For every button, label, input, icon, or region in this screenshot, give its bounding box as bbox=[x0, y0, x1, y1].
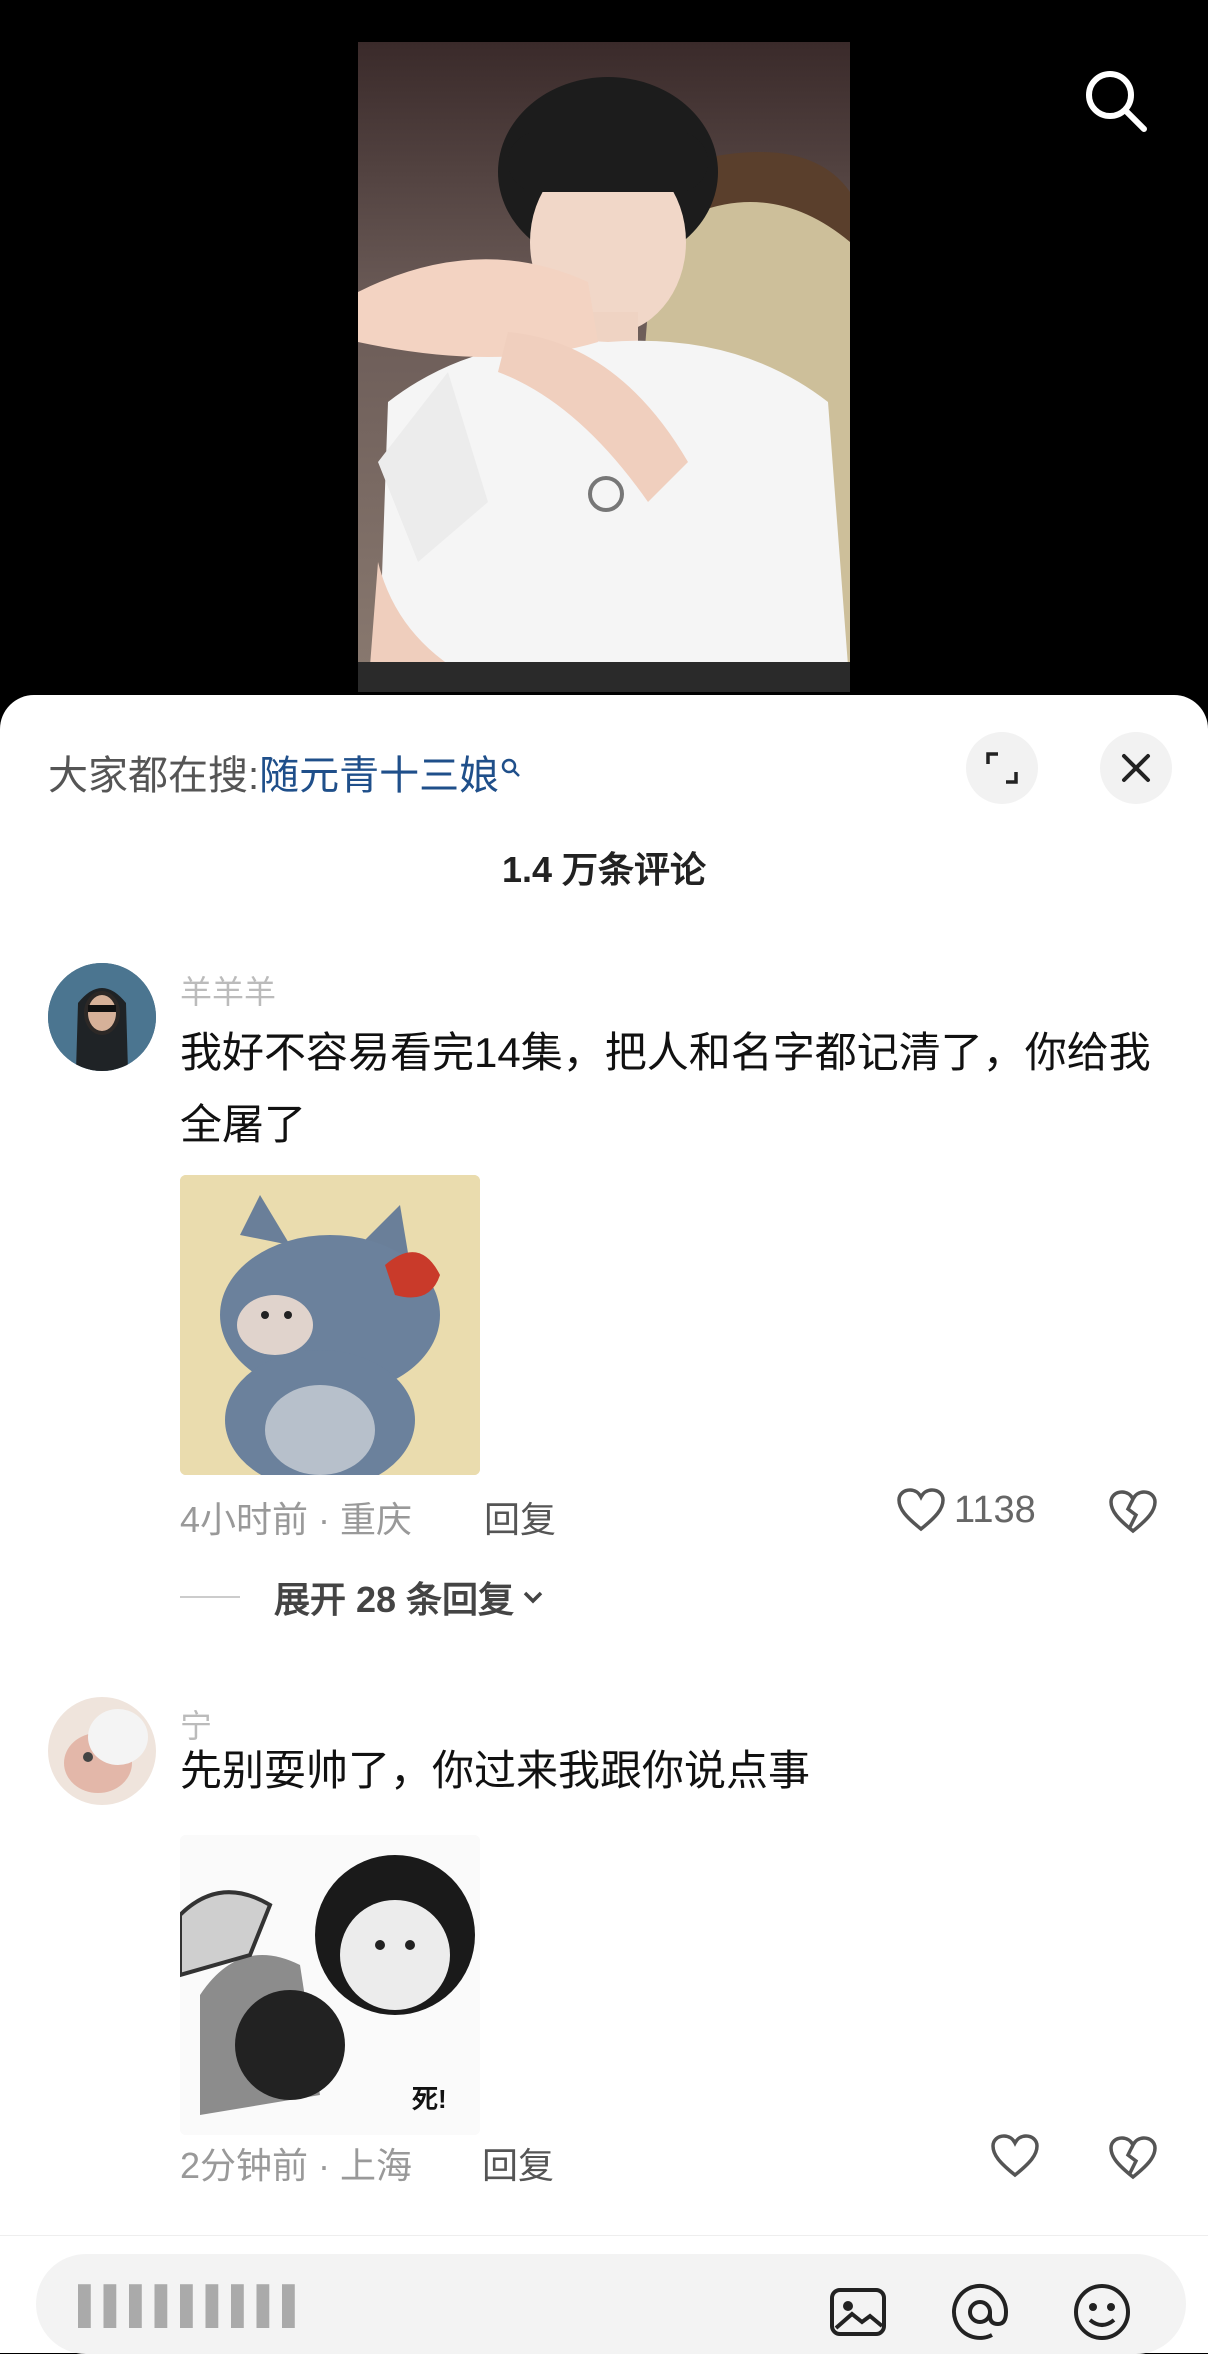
expand-replies-button[interactable]: 展开 28 条回复 bbox=[180, 1571, 546, 1623]
avatar[interactable] bbox=[48, 1697, 156, 1805]
avatar[interactable] bbox=[48, 963, 156, 1071]
like-button[interactable]: 1138 bbox=[896, 1487, 1036, 1533]
video-person-image bbox=[358, 77, 850, 692]
emoji-button[interactable] bbox=[1070, 2280, 1134, 2344]
close-icon bbox=[1122, 754, 1150, 782]
comment-sheet: 大家都在搜:随元青十三娘 1.4 万条评论 羊羊羊 我好不容易看完14集，把人和… bbox=[0, 695, 1208, 2354]
dislike-button[interactable] bbox=[1108, 1489, 1158, 1540]
expand-icon bbox=[986, 752, 1018, 784]
trending-keyword[interactable]: 随元青十三娘 bbox=[259, 754, 499, 798]
comment-text: 先别耍帅了，你过来我跟你说点事 bbox=[180, 1747, 811, 1794]
input-placeholder: ▌▌▌▌▌▌▌▌▌ bbox=[78, 2284, 308, 2325]
username[interactable]: 羊羊羊 bbox=[180, 967, 276, 1013]
chevron-down-icon bbox=[523, 1591, 543, 1604]
sticker-image[interactable]: 死! bbox=[180, 1835, 480, 2135]
emoji-icon bbox=[1074, 2284, 1130, 2340]
at-icon bbox=[952, 2283, 1009, 2340]
broken-heart-icon bbox=[1109, 2136, 1157, 2180]
trending-search[interactable]: 大家都在搜:随元青十三娘 bbox=[48, 743, 521, 801]
heart-icon bbox=[991, 2134, 1039, 2178]
expand-button[interactable] bbox=[966, 732, 1038, 804]
expand-replies-label: 展开 28 条回复 bbox=[274, 1579, 515, 1620]
sticker-image[interactable] bbox=[180, 1175, 480, 1475]
comment-meta: 4小时前 · 重庆 bbox=[180, 1499, 413, 1540]
sticker-caption: 死! bbox=[412, 2084, 447, 2114]
video-player[interactable] bbox=[0, 0, 1208, 720]
search-icon bbox=[1086, 71, 1147, 132]
trending-label: 大家都在搜: bbox=[48, 754, 260, 798]
image-icon bbox=[830, 2288, 886, 2336]
video-frame[interactable] bbox=[358, 42, 850, 692]
close-button[interactable] bbox=[1100, 732, 1172, 804]
comment-count: 1.4 万条评论 bbox=[501, 849, 707, 890]
comment-text: 我好不容易看完14集，把人和名字都记清了，你给我全屠了 bbox=[180, 1029, 1151, 1148]
comment-input-bar: ▌▌▌▌▌▌▌▌▌ bbox=[0, 2235, 1208, 2354]
reply-button[interactable]: 回复 bbox=[482, 2137, 554, 2189]
heart-icon bbox=[897, 1488, 945, 1532]
mention-button[interactable] bbox=[948, 2280, 1012, 2344]
broken-heart-icon bbox=[1109, 1490, 1157, 1534]
reply-button[interactable]: 回复 bbox=[484, 1491, 556, 1543]
divider-line bbox=[180, 1596, 240, 1598]
comment-meta: 2分钟前 · 上海 bbox=[180, 2145, 413, 2186]
image-button[interactable] bbox=[826, 2280, 890, 2344]
search-button[interactable] bbox=[1080, 65, 1150, 135]
like-button[interactable] bbox=[990, 2133, 1040, 2179]
search-small-icon bbox=[501, 743, 521, 788]
comment-input[interactable]: ▌▌▌▌▌▌▌▌▌ bbox=[36, 2254, 1186, 2354]
like-count: 1138 bbox=[954, 1488, 1036, 1531]
dislike-button[interactable] bbox=[1108, 2135, 1158, 2186]
